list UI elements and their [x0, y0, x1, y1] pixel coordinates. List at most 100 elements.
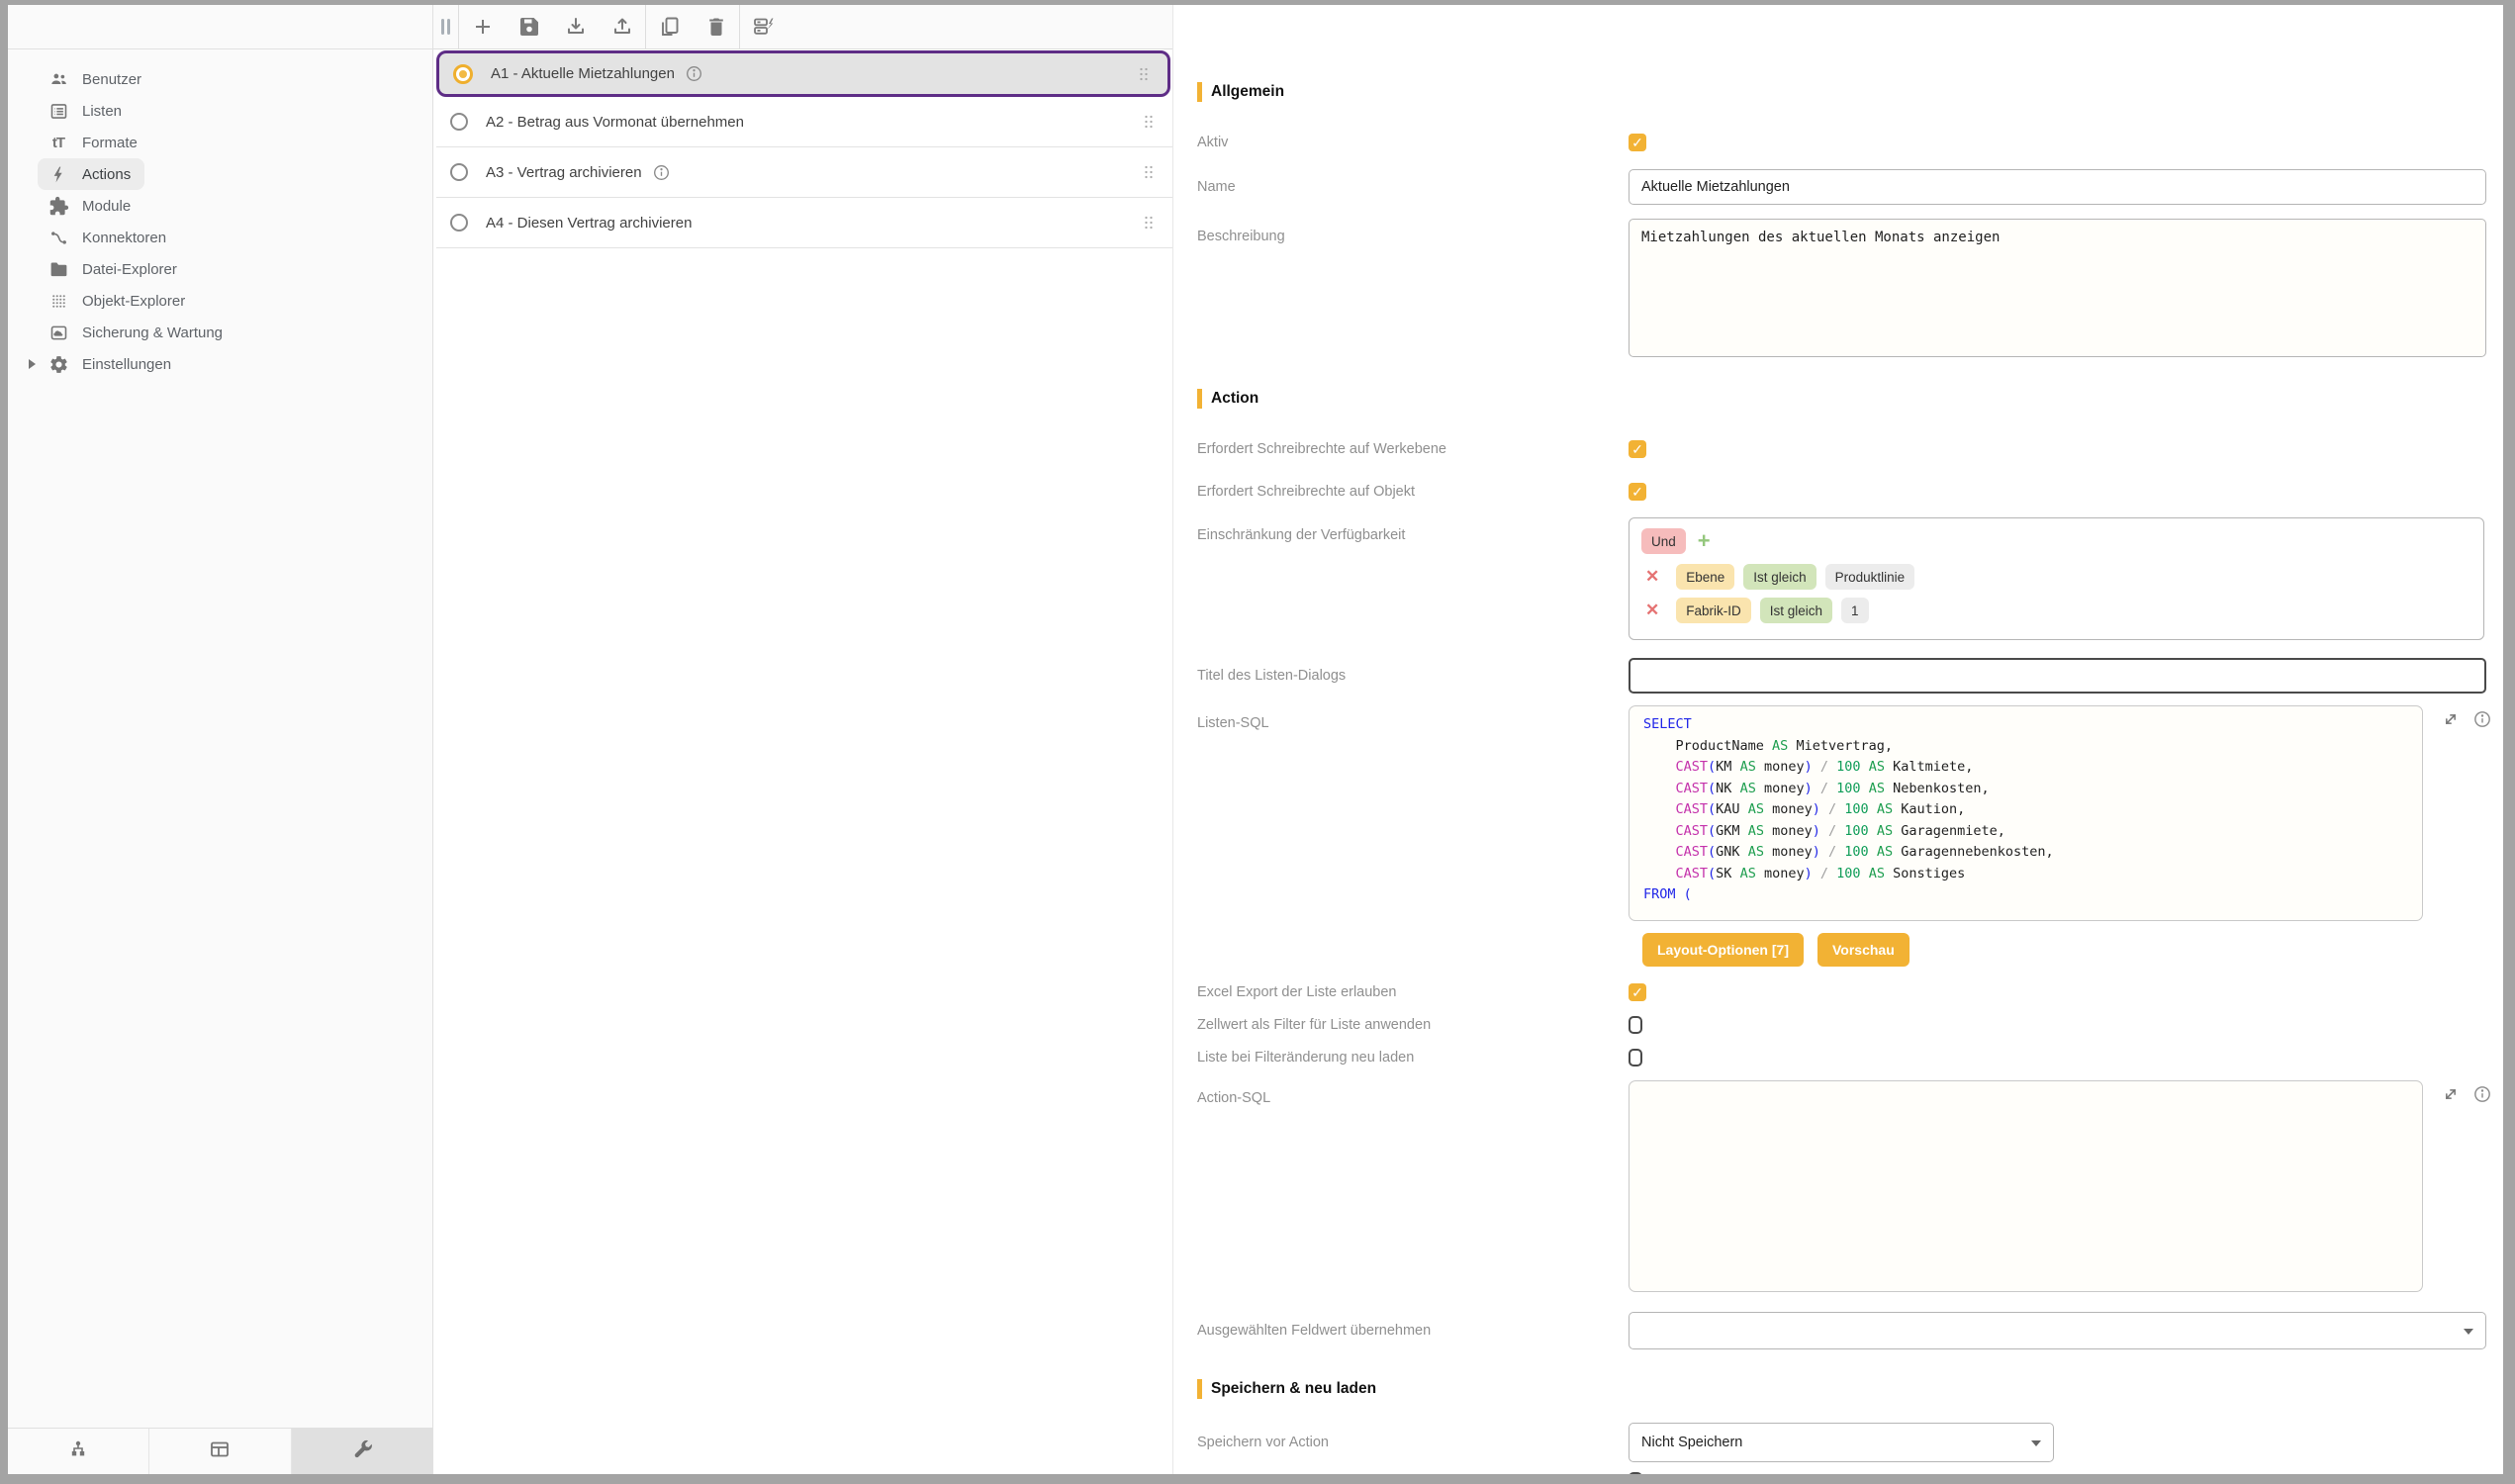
- radio-icon[interactable]: [450, 214, 468, 232]
- field-zellwert-filter: Zellwert als Filter für Liste anwenden: [1197, 1015, 2475, 1035]
- sidebar-item-listen[interactable]: Listen: [8, 95, 432, 127]
- drag-handle-icon[interactable]: [1139, 112, 1159, 132]
- remove-condition-icon[interactable]: ✕: [1645, 567, 1659, 587]
- add-condition-icon[interactable]: +: [1698, 530, 1711, 552]
- expand-icon[interactable]: [2441, 1084, 2461, 1104]
- condition-field-chip[interactable]: Ebene: [1676, 564, 1734, 590]
- field-label: Liste bei Filteränderung neu laden: [1197, 1050, 1629, 1066]
- condition-value-chip[interactable]: 1: [1841, 598, 1869, 623]
- condition-value-chip[interactable]: Produktlinie: [1825, 564, 1915, 590]
- schreibrechte-objekt-checkbox[interactable]: ✓: [1629, 483, 1646, 501]
- field-label: Beschreibung: [1197, 219, 1629, 244]
- delete-button[interactable]: [693, 5, 739, 49]
- users-icon: [47, 68, 69, 90]
- field-speichern-nach: Speichern nach Action: [1197, 1471, 2475, 1474]
- operator-chip[interactable]: Und: [1641, 528, 1686, 554]
- drag-handle-icon[interactable]: [1134, 64, 1154, 84]
- sidebar-item-datei-explorer[interactable]: Datei-Explorer: [8, 253, 432, 285]
- beschreibung-textarea[interactable]: Mietzahlungen des aktuellen Monats anzei…: [1629, 219, 2486, 357]
- action-row-a3[interactable]: A3 - Vertrag archivieren: [436, 147, 1172, 198]
- titel-listen-dialog-input[interactable]: [1629, 658, 2486, 694]
- expand-arrow-icon[interactable]: [29, 359, 36, 369]
- condition-operator-chip[interactable]: Ist gleich: [1743, 564, 1816, 590]
- wrench-icon: [350, 1438, 374, 1466]
- expand-icon[interactable]: [2441, 709, 2461, 729]
- text-format-icon: tT: [47, 132, 69, 153]
- drag-handle-icon[interactable]: [1139, 162, 1159, 182]
- tree-icon: [66, 1438, 90, 1466]
- sidebar-item-label: Konnektoren: [82, 230, 166, 246]
- radio-icon[interactable]: [450, 163, 468, 181]
- zellwert-filter-checkbox[interactable]: [1629, 1016, 1642, 1034]
- action-row-a1[interactable]: A1 - Aktuelle Mietzahlungen: [436, 50, 1170, 97]
- chevron-down-icon: [2464, 1329, 2473, 1335]
- puzzle-icon: [47, 195, 69, 217]
- condition-row: ✕ Fabrik-ID Ist gleich 1: [1645, 598, 2471, 623]
- schreibrechte-werkebene-checkbox[interactable]: ✓: [1629, 440, 1646, 458]
- field-speichern-vor: Speichern vor Action Nicht Speichern: [1197, 1423, 2475, 1462]
- download-button[interactable]: [552, 5, 599, 49]
- field-label: Listen-SQL: [1197, 705, 1629, 731]
- sidebar-item-formate[interactable]: tT Formate: [8, 127, 432, 158]
- sidebar-nav: Benutzer Listen tT Formate: [8, 49, 432, 1428]
- bolt-icon: [47, 163, 69, 185]
- sidebar-item-actions[interactable]: Actions: [8, 158, 432, 190]
- sidebar-item-label: Actions: [82, 166, 131, 183]
- sidebar: Benutzer Listen tT Formate: [8, 5, 433, 1474]
- remove-condition-icon[interactable]: ✕: [1645, 601, 1659, 620]
- field-label: Ausgewählten Feldwert übernehmen: [1197, 1323, 1629, 1339]
- listen-sql-editor[interactable]: SELECT ProductName AS Mietvertrag, CAST(…: [1629, 705, 2423, 921]
- sidebar-item-label: Einstellungen: [82, 356, 171, 373]
- sidebar-item-konnektoren[interactable]: Konnektoren: [8, 222, 432, 253]
- add-button[interactable]: [459, 5, 506, 49]
- save-button[interactable]: [506, 5, 552, 49]
- speichern-nach-checkbox[interactable]: [1629, 1472, 1642, 1474]
- aktiv-checkbox[interactable]: ✓: [1629, 134, 1646, 151]
- condition-operator-chip[interactable]: Ist gleich: [1760, 598, 1832, 623]
- sidebar-item-label: Objekt-Explorer: [82, 293, 185, 310]
- radio-selected-icon[interactable]: [453, 64, 473, 84]
- action-row-a4[interactable]: A4 - Diesen Vertrag archivieren: [436, 198, 1172, 248]
- field-label: Aktiv: [1197, 135, 1629, 150]
- liste-neu-laden-checkbox[interactable]: [1629, 1049, 1642, 1067]
- sidebar-item-sicherung-wartung[interactable]: Sicherung & Wartung: [8, 317, 432, 348]
- field-listen-sql: Listen-SQL SELECT ProductName AS Mietver…: [1197, 705, 2475, 921]
- list-toolbar: [433, 5, 1172, 49]
- condition-field-chip[interactable]: Fabrik-ID: [1676, 598, 1751, 623]
- feldwert-select[interactable]: [1629, 1312, 2486, 1349]
- sidebar-bottom-tabs: [8, 1428, 432, 1474]
- info-icon[interactable]: [2472, 709, 2492, 729]
- action-list-panel: A1 - Aktuelle Mietzahlungen A2 - Betrag …: [433, 5, 1173, 1474]
- speichern-vor-select[interactable]: Nicht Speichern: [1629, 1423, 2054, 1462]
- info-icon[interactable]: [685, 64, 703, 83]
- radio-icon[interactable]: [450, 113, 468, 131]
- sidebar-item-label: Module: [82, 198, 131, 215]
- name-input[interactable]: [1629, 169, 2486, 205]
- action-row-label: A1 - Aktuelle Mietzahlungen: [491, 65, 675, 82]
- drag-handle-icon[interactable]: [1139, 213, 1159, 232]
- field-aktiv: Aktiv ✓: [1197, 126, 2475, 159]
- sidebar-item-objekt-explorer[interactable]: Objekt-Explorer: [8, 285, 432, 317]
- layout-options-button[interactable]: Layout-Optionen [7]: [1642, 933, 1804, 967]
- layout-icon: [208, 1438, 232, 1466]
- sidebar-item-module[interactable]: Module: [8, 190, 432, 222]
- vorschau-button[interactable]: Vorschau: [1817, 933, 1910, 967]
- excel-export-checkbox[interactable]: ✓: [1629, 983, 1646, 1001]
- section-action: Action: [1197, 389, 2475, 409]
- duplicate-button[interactable]: [646, 5, 693, 49]
- connector-icon: [47, 227, 69, 248]
- panel-resize-handle[interactable]: [433, 19, 458, 35]
- sidebar-item-einstellungen[interactable]: Einstellungen: [8, 348, 432, 380]
- upload-button[interactable]: [599, 5, 645, 49]
- action-row-label: A4 - Diesen Vertrag archivieren: [486, 215, 692, 232]
- field-feldwert-uebernehmen: Ausgewählten Feldwert übernehmen: [1197, 1312, 2475, 1349]
- action-list-button[interactable]: [740, 5, 787, 49]
- sidebar-item-benutzer[interactable]: Benutzer: [8, 63, 432, 95]
- tab-layout-view[interactable]: [149, 1429, 291, 1474]
- info-icon[interactable]: [652, 163, 671, 182]
- tab-settings-view[interactable]: [292, 1429, 432, 1474]
- action-sql-editor[interactable]: [1629, 1080, 2423, 1292]
- action-row-a2[interactable]: A2 - Betrag aus Vormonat übernehmen: [436, 97, 1172, 147]
- info-icon[interactable]: [2472, 1084, 2492, 1104]
- tab-tree-view[interactable]: [8, 1429, 149, 1474]
